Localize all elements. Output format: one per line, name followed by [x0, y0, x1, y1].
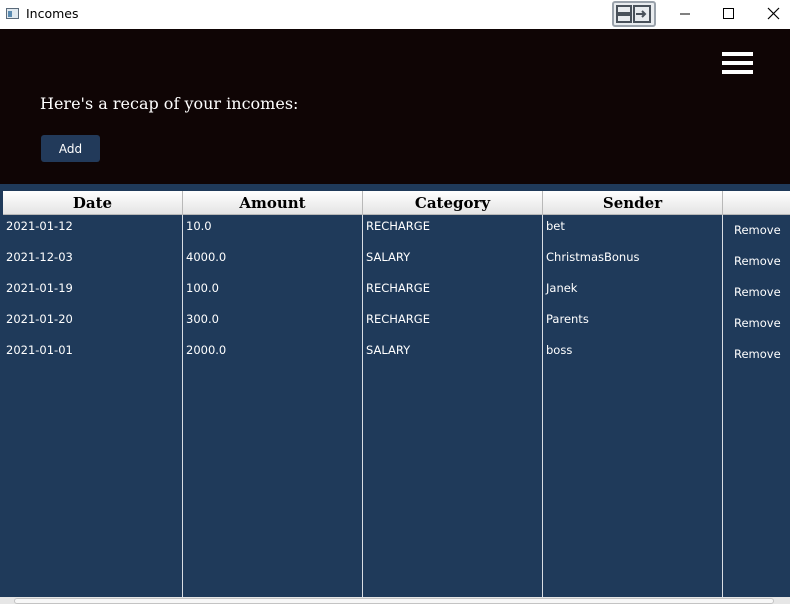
amount-cell: 100.0 [186, 281, 219, 295]
minimize-icon [680, 13, 690, 15]
scrollbar-thumb[interactable] [14, 598, 774, 604]
sender-cell: boss [546, 343, 573, 357]
date-cell: 2021-01-12 [6, 219, 73, 233]
remove-button[interactable]: Remove [734, 223, 781, 237]
category-cell: SALARY [366, 250, 411, 264]
column-header-date[interactable]: Date [3, 191, 183, 214]
column-header-sender[interactable]: Sender [543, 191, 723, 214]
app-icon [6, 8, 19, 19]
column-header-category[interactable]: Category [363, 191, 543, 214]
amount-cell: 4000.0 [186, 250, 227, 264]
category-cell: RECHARGE [366, 281, 430, 295]
close-icon [767, 7, 780, 20]
maximize-icon [723, 8, 734, 19]
sender-cell: ChristmasBonus [546, 250, 640, 264]
incomes-window: Incomes Here's a recap of your incomes: … [0, 0, 790, 604]
maximize-button[interactable] [705, 0, 751, 29]
add-income-button[interactable]: Add [41, 135, 100, 162]
snap-layout-icon[interactable] [612, 1, 656, 27]
window-title: Incomes [26, 6, 79, 21]
column-header-amount[interactable]: Amount [183, 191, 363, 214]
recap-heading: Here's a recap of your incomes: [40, 94, 299, 113]
close-button[interactable] [750, 0, 790, 29]
amount-cell: 10.0 [186, 219, 212, 233]
remove-button[interactable]: Remove [734, 285, 781, 299]
amount-cell: 300.0 [186, 312, 219, 326]
incomes-table: Date Amount Category Sender 2021-01-12 1… [3, 191, 790, 598]
sender-cell: bet [546, 219, 565, 233]
remove-button[interactable]: Remove [734, 254, 781, 268]
category-cell: SALARY [366, 343, 411, 357]
column-header-actions[interactable] [723, 191, 790, 214]
minimize-button[interactable] [662, 0, 708, 29]
sender-cell: Parents [546, 312, 589, 326]
sender-cell: Janek [546, 281, 578, 295]
date-cell: 2021-01-19 [6, 281, 73, 295]
table-header: Date Amount Category Sender [3, 191, 790, 215]
page-header: Here's a recap of your incomes: Add [0, 29, 790, 184]
category-cell: RECHARGE [366, 219, 430, 233]
amount-cell: 2000.0 [186, 343, 227, 357]
category-cell: RECHARGE [366, 312, 430, 326]
title-bar: Incomes [0, 0, 790, 29]
date-cell: 2021-12-03 [6, 250, 73, 264]
date-cell: 2021-01-01 [6, 343, 73, 357]
remove-button[interactable]: Remove [734, 316, 781, 330]
date-cell: 2021-01-20 [6, 312, 73, 326]
remove-button[interactable]: Remove [734, 347, 781, 361]
hamburger-menu-icon[interactable] [722, 52, 753, 74]
horizontal-scrollbar[interactable] [0, 597, 790, 604]
